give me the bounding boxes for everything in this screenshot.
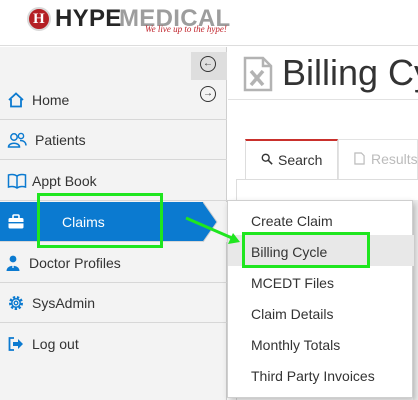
submenu-item-monthly-totals[interactable]: Monthly Totals — [228, 328, 414, 359]
brand-tagline: We live up to the hype! — [145, 24, 227, 34]
sidebar-item-doctor-profiles[interactable]: Doctor Profiles — [0, 243, 227, 283]
tab-label: Results — [371, 151, 418, 167]
sidebar-item-home[interactable]: Home — [0, 80, 227, 120]
search-icon — [261, 153, 273, 165]
sidebar-item-label: Log out — [32, 336, 79, 352]
book-icon — [7, 173, 27, 189]
doctor-icon — [6, 255, 20, 271]
logout-icon — [8, 337, 23, 351]
sidebar-item-label: Appt Book — [32, 173, 97, 189]
sidebar-item-label: Home — [32, 92, 70, 108]
logo-mark: H — [27, 7, 51, 31]
submenu-item-third-party-invoices[interactable]: Third Party Invoices — [228, 359, 414, 390]
home-icon — [8, 92, 24, 108]
tab-label: Search — [278, 152, 323, 168]
submenu-item-label: Claim Details — [251, 306, 334, 322]
collapse-sidebar-icon[interactable]: ← — [200, 56, 216, 72]
sidebar-item-patients[interactable]: Patients — [0, 120, 227, 160]
app-header: H HYPE MEDICAL We live up to the hype! — [0, 0, 418, 46]
users-icon — [7, 132, 27, 148]
submenu-item-claim-details[interactable]: Claim Details — [228, 297, 414, 328]
tab-divider — [236, 179, 418, 180]
submenu-item-mcedt-files[interactable]: MCEDT Files — [228, 266, 414, 297]
brand-primary: HYPE — [55, 5, 122, 32]
briefcase-icon — [8, 214, 24, 229]
sidebar-item-logout[interactable]: Log out — [0, 324, 227, 364]
gear-icon — [9, 296, 23, 310]
page-title: Billing Cycle — [282, 52, 418, 93]
app-window: H HYPE MEDICAL We live up to the hype! ←… — [0, 0, 418, 400]
tab-results[interactable]: Results — [338, 139, 418, 179]
document-icon — [354, 152, 365, 165]
title-divider — [228, 99, 418, 100]
submenu-item-create-claim[interactable]: Create Claim — [228, 204, 414, 235]
sidebar-item-sysadmin[interactable]: SysAdmin — [0, 283, 227, 323]
highlight-box-billing-cycle — [242, 232, 370, 268]
submenu-item-label: MCEDT Files — [251, 275, 334, 291]
sidebar-item-label: Patients — [35, 132, 86, 148]
submenu-item-label: Create Claim — [251, 213, 333, 229]
tab-search[interactable]: Search — [245, 139, 338, 179]
submenu-item-label: Monthly Totals — [251, 337, 341, 353]
highlight-box-claims — [37, 193, 163, 248]
spreadsheet-file-icon — [243, 56, 273, 92]
annotation-arrow-icon — [185, 216, 240, 244]
claims-submenu: Create Claim Billing Cycle MCEDT Files C… — [227, 200, 414, 398]
sidebar-item-label: SysAdmin — [32, 295, 96, 311]
logo-letter: H — [33, 11, 45, 27]
submenu-item-label: Third Party Invoices — [251, 368, 375, 384]
sidebar-item-label: Doctor Profiles — [29, 255, 121, 271]
